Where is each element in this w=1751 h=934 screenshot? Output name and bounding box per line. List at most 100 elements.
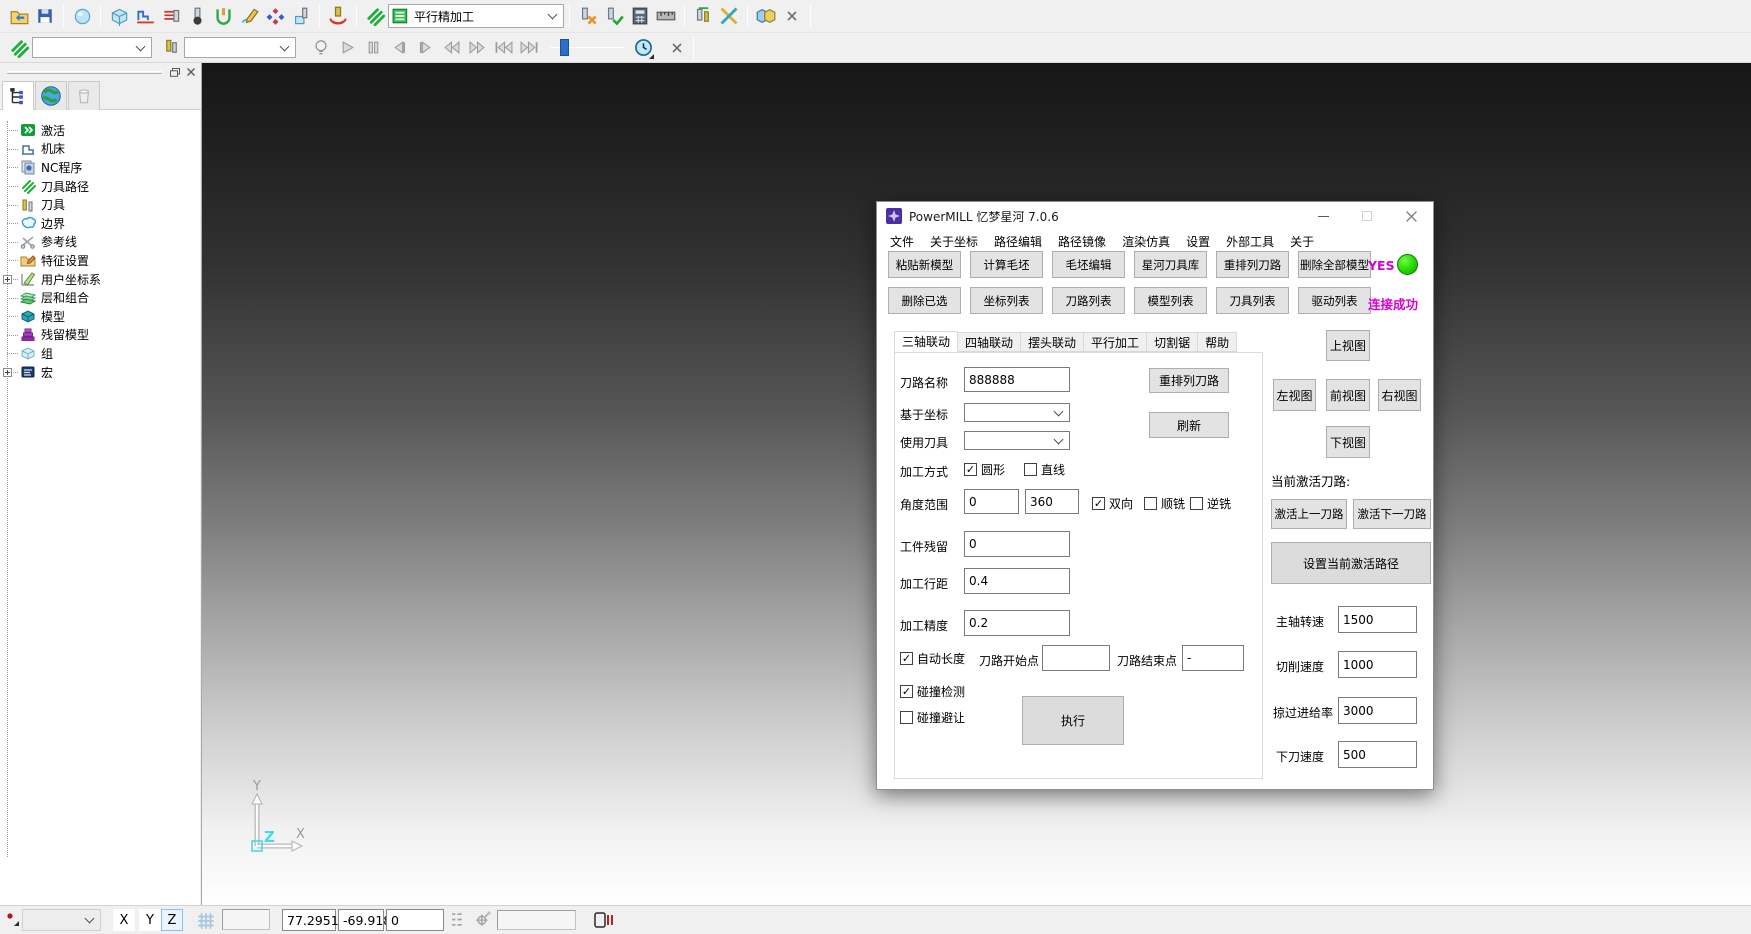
tolerance-input[interactable]	[964, 610, 1070, 636]
calculator-button[interactable]	[627, 3, 653, 29]
sim-tool-combobox[interactable]	[184, 37, 296, 58]
tree-item-toolpaths[interactable]: 刀具路径	[0, 177, 200, 196]
tab-cutting-saw[interactable]: 切割锯	[1147, 332, 1198, 352]
view-bottom-button[interactable]: 下视图	[1326, 426, 1370, 458]
delete-selected-button[interactable]: 删除已选	[888, 287, 961, 314]
tab-3axis[interactable]: 三轴联动	[894, 331, 958, 352]
view-front-button[interactable]: 前视图	[1326, 379, 1370, 411]
toolpath-edit-button[interactable]	[158, 3, 184, 29]
panel-restore-button[interactable]	[168, 66, 182, 78]
view-top-button[interactable]: 上视图	[1326, 330, 1370, 361]
collision-check-checkbox[interactable]: 碰撞检测	[900, 683, 965, 700]
menu-path-edit[interactable]: 路径编辑	[986, 233, 1050, 250]
model-boxes-button[interactable]	[753, 3, 779, 29]
explorer-panel-header[interactable]	[0, 63, 201, 79]
menu-path-mirror[interactable]: 路径镜像	[1050, 233, 1114, 250]
measure-button[interactable]	[653, 3, 679, 29]
sim-clock-button[interactable]	[630, 35, 656, 61]
menu-about[interactable]: 关于	[1282, 233, 1322, 250]
tab-recycle-bin[interactable]	[68, 81, 100, 110]
sim-speed-slider[interactable]	[550, 38, 624, 58]
tree-item-stock-models[interactable]: 残留模型	[0, 326, 200, 345]
u-toolpath-button[interactable]	[210, 3, 236, 29]
tab-explorer-tree[interactable]	[2, 81, 34, 111]
tool-list-button[interactable]: 刀具列表	[1216, 287, 1289, 314]
tree-item-patterns[interactable]: 参考线	[0, 233, 200, 252]
active-toolpath-combobox[interactable]: 平行精加工	[388, 4, 564, 28]
sim-step-forward-button[interactable]	[412, 35, 438, 61]
delete-all-models-button[interactable]: 删除全部模型	[1298, 251, 1371, 278]
end-point-input[interactable]	[1182, 645, 1244, 671]
tab-swivel-head[interactable]: 摆头联动	[1021, 332, 1084, 352]
tree-item-groups[interactable]: 组	[0, 344, 200, 363]
tool-ball-button[interactable]	[184, 3, 210, 29]
tree-item-nc-programs[interactable]: NC程序	[0, 158, 200, 177]
maximize-button[interactable]	[1345, 202, 1389, 230]
workplane-combobox[interactable]	[22, 909, 101, 931]
simulate-toolpath-button[interactable]	[325, 3, 351, 29]
pattern-button[interactable]	[262, 3, 288, 29]
stepover-input[interactable]	[964, 568, 1070, 594]
close-toolbar-button[interactable]	[779, 3, 805, 29]
paste-new-model-button[interactable]: 粘贴新模型	[888, 251, 961, 278]
tab-parallel[interactable]: 平行加工	[1084, 332, 1147, 352]
grid-size-field[interactable]	[222, 909, 270, 930]
tab-4axis[interactable]: 四轴联动	[958, 332, 1021, 352]
activate-next-toolpath-button[interactable]: 激活下一刀路	[1353, 499, 1431, 529]
tool-box-button[interactable]	[288, 3, 314, 29]
pencil-path-button[interactable]	[236, 3, 262, 29]
angle-from-input[interactable]	[964, 489, 1019, 514]
tree-item-macros[interactable]: 宏	[0, 363, 200, 382]
dialog-titlebar[interactable]: PowerMILL 忆梦星河 7.0.6	[877, 202, 1433, 230]
tree-item-levels-and-sets[interactable]: 层和组合	[0, 288, 200, 307]
plunge-speed-input[interactable]	[1338, 741, 1417, 768]
reorder-toolpaths-button[interactable]: 重排列刀路	[1216, 251, 1289, 278]
sim-toolpath-combobox[interactable]	[32, 37, 152, 58]
sim-skip-end-button[interactable]	[516, 35, 542, 61]
sim-tool-button[interactable]	[158, 35, 184, 61]
sim-step-back-button[interactable]	[386, 35, 412, 61]
drive-list-button[interactable]: 驱动列表	[1298, 287, 1371, 314]
grid-toggle-button[interactable]	[193, 908, 218, 933]
block-button[interactable]	[106, 3, 132, 29]
toolpath-list-button[interactable]: 刀路列表	[1052, 287, 1125, 314]
mode-line-checkbox[interactable]: 直线	[1024, 461, 1065, 478]
sim-fast-forward-button[interactable]	[464, 35, 490, 61]
menu-about-coords[interactable]: 关于坐标	[922, 233, 986, 250]
tool-delete-button[interactable]	[575, 3, 601, 29]
slider-handle[interactable]	[560, 39, 569, 56]
tree-item-machine-tools[interactable]: 机床	[0, 140, 200, 159]
reorder-toolpath-button[interactable]: 重排列刀路	[1149, 368, 1229, 393]
sim-skip-start-button[interactable]	[490, 35, 516, 61]
sim-toolpath-button[interactable]	[6, 35, 32, 61]
collision-avoid-checkbox[interactable]: 碰撞避让	[900, 709, 965, 726]
save-button[interactable]	[32, 3, 58, 29]
expand-icon[interactable]	[3, 275, 12, 284]
dir-conventional-checkbox[interactable]: 逆铣	[1190, 495, 1231, 512]
use-tool-combobox[interactable]	[964, 431, 1070, 450]
menu-file[interactable]: 文件	[882, 233, 922, 250]
dir-both-checkbox[interactable]: 双向	[1092, 495, 1133, 512]
expand-icon[interactable]	[3, 368, 12, 377]
tree-item-boundaries[interactable]: 边界	[0, 214, 200, 233]
tree-item-workplanes[interactable]: 用户坐标系	[0, 270, 200, 289]
view-left-button[interactable]: 左视图	[1273, 379, 1316, 411]
tree-item-activate[interactable]: 激活	[0, 121, 200, 140]
stock-remain-input[interactable]	[964, 531, 1070, 557]
axis-z-button[interactable]: Z	[161, 909, 183, 931]
sim-pause-button[interactable]	[360, 35, 386, 61]
axis-x-button[interactable]: X	[113, 909, 135, 931]
tree-item-tools[interactable]: 刀具	[0, 195, 200, 214]
base-coord-combobox[interactable]	[964, 403, 1070, 422]
menu-external-tools[interactable]: 外部工具	[1218, 233, 1282, 250]
refresh-button[interactable]: 刷新	[1149, 412, 1229, 438]
rapid-feed-input[interactable]	[1338, 697, 1417, 724]
menu-settings[interactable]: 设置	[1178, 233, 1218, 250]
dir-climb-checkbox[interactable]: 顺铣	[1144, 495, 1185, 512]
close-dialog-button[interactable]	[1389, 202, 1433, 230]
sim-play-button[interactable]	[334, 35, 360, 61]
panel-close-button[interactable]	[184, 66, 198, 78]
panel-grip[interactable]	[7, 71, 162, 74]
sim-rewind-button[interactable]	[438, 35, 464, 61]
measure-field[interactable]	[497, 910, 576, 930]
